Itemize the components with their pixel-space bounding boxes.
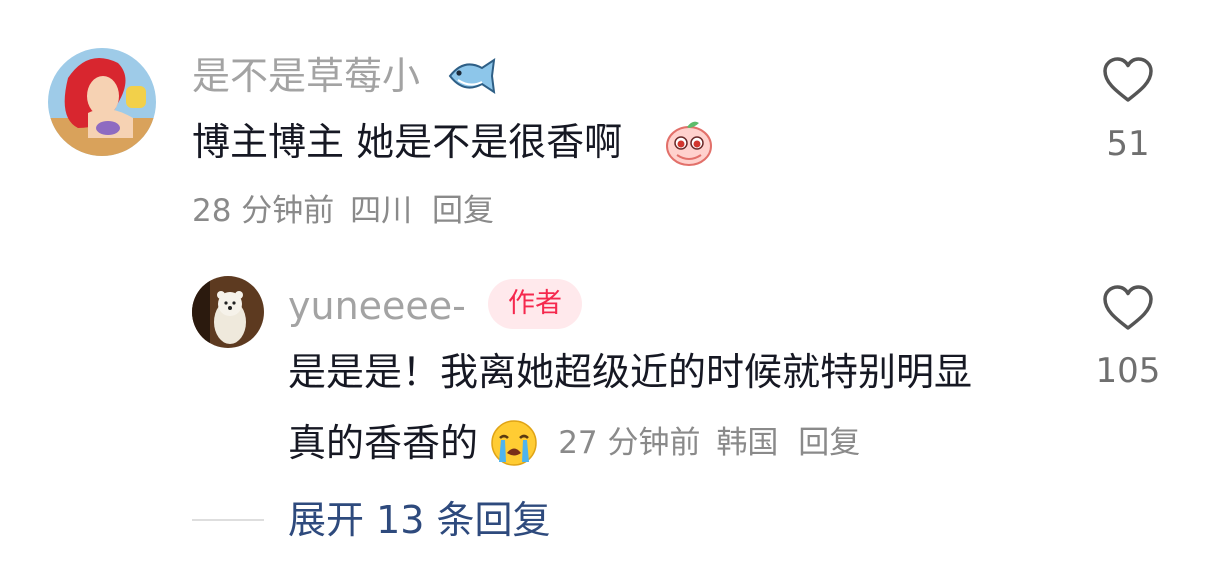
comment-like-count: 51: [1106, 124, 1150, 164]
reply-text-line1: 是是是！我离她超级近的时候就特别明显: [288, 350, 973, 394]
comment-text: 博主博主 她是不是很香啊: [192, 120, 623, 164]
reply-time: 27 分钟前: [558, 425, 701, 461]
comment-time: 28 分钟前: [192, 193, 335, 229]
fish-icon: [446, 54, 498, 98]
reply-location: 韩国: [716, 425, 779, 461]
expand-replies-button[interactable]: 展开 13 条回复: [288, 498, 551, 542]
author-badge: 作者: [488, 279, 582, 329]
comment-reply-button[interactable]: 回复: [432, 193, 494, 229]
reply-meta: 27 分钟前 韩国 回复: [558, 425, 860, 461]
reply-like-count: 105: [1095, 351, 1161, 391]
reply-reply-button[interactable]: 回复: [798, 425, 860, 461]
comment-username[interactable]: 是不是草莓小: [192, 54, 420, 98]
avatar[interactable]: [48, 48, 156, 156]
reply-avatar[interactable]: [192, 276, 264, 348]
crying-face-icon: [489, 418, 539, 468]
expand-divider: [192, 519, 264, 521]
pleading-peach-icon: [663, 117, 715, 167]
avatar-mermaid-image: [48, 48, 156, 156]
comment-meta: 28 分钟前 四川 回复: [192, 193, 494, 229]
reply-like-heart-icon[interactable]: [1101, 283, 1155, 333]
comment-like-heart-icon[interactable]: [1101, 55, 1155, 105]
avatar-bear-image: [192, 276, 264, 348]
comment-location: 四川: [350, 193, 413, 229]
reply-text-line2: 真的香香的: [288, 421, 479, 465]
reply-text-line2-row: 真的香香的 27 分钟前 韩国 回复: [288, 418, 860, 468]
reply-username[interactable]: yuneeee-: [288, 284, 466, 328]
